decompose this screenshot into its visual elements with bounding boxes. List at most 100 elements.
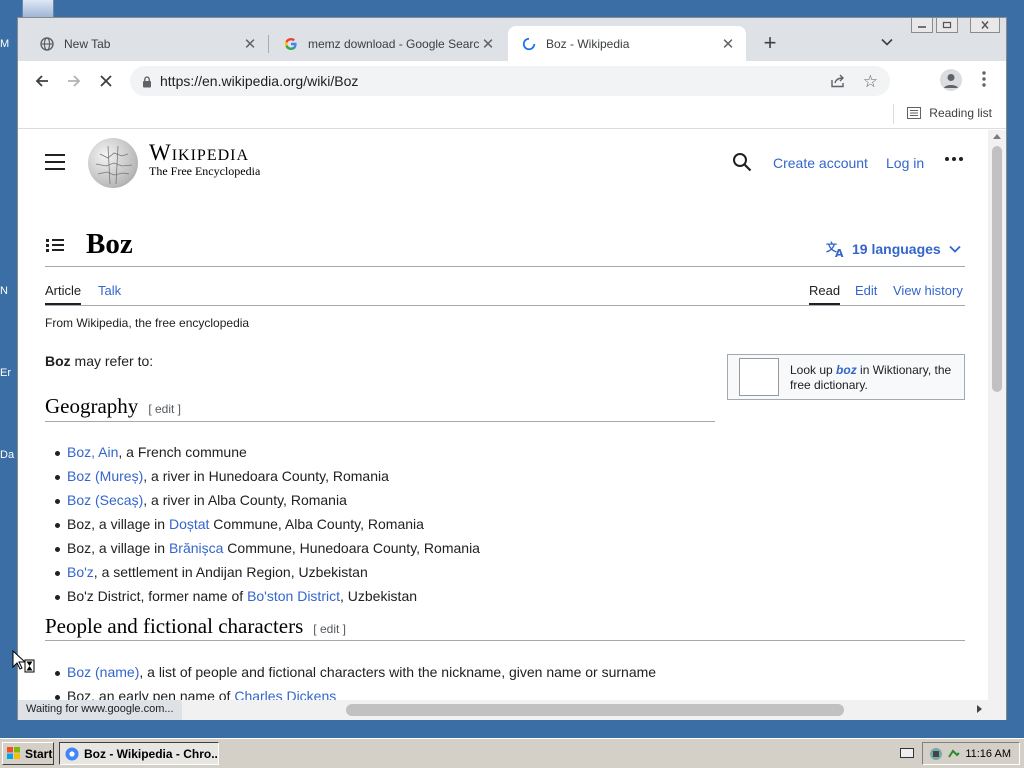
address-bar[interactable]: https://en.wikipedia.org/wiki/Boz ☆ — [130, 66, 890, 96]
list-text: , a river in Alba County, Romania — [143, 492, 347, 508]
desktop-icon[interactable] — [22, 0, 54, 18]
article-link[interactable]: Boz (Mureș) — [67, 468, 143, 484]
reading-list-button[interactable]: Reading list — [893, 104, 992, 124]
list-text: Commune, Hunedoara County, Romania — [223, 540, 480, 556]
languages-label: 19 languages — [852, 241, 941, 257]
article-link[interactable]: Charles Dickens — [234, 688, 336, 700]
scroll-right-arrow-icon[interactable] — [977, 705, 982, 713]
tab-search-chevron-icon[interactable] — [880, 35, 894, 49]
wikipedia-header: Wikipedia The Free Encyclopedia Create a… — [18, 130, 988, 210]
list-item: Boz, a village in Brănișca Commune, Hune… — [55, 540, 480, 564]
desktop-icon-label[interactable]: N — [0, 285, 8, 297]
article-link[interactable]: Boz, Ain — [67, 444, 118, 460]
back-button[interactable] — [32, 71, 52, 91]
article-link[interactable]: Boz (Secaș) — [67, 492, 143, 508]
tab-boz-wikipedia[interactable]: Boz - Wikipedia ✕ — [508, 26, 746, 61]
tab-read[interactable]: Read — [809, 283, 841, 305]
start-button[interactable]: Start — [2, 742, 54, 765]
taskbar-window-button[interactable]: Boz - Wikipedia - Chro... — [59, 742, 219, 765]
section-divider — [45, 640, 965, 641]
tab-title: New Tab — [64, 36, 111, 51]
google-icon — [284, 37, 298, 51]
desktop-icon-label[interactable]: Er — [0, 367, 11, 379]
close-tab-icon[interactable]: ✕ — [720, 36, 736, 53]
article-link[interactable]: Boz (name) — [67, 664, 139, 680]
system-tray: 11:16 AM — [922, 742, 1020, 765]
article-link[interactable]: Doștat — [169, 516, 209, 532]
security-icon[interactable] — [947, 747, 961, 761]
url-text[interactable]: https://en.wikipedia.org/wiki/Boz — [160, 73, 358, 89]
forward-button[interactable] — [64, 71, 84, 91]
lock-icon[interactable] — [142, 75, 152, 88]
tab-strip: New Tab ✕ memz download - Google Search … — [18, 17, 1006, 61]
close-tab-icon[interactable]: ✕ — [242, 36, 258, 53]
tab-article[interactable]: Article — [45, 283, 82, 305]
new-tab-button[interactable]: + — [758, 30, 782, 55]
languages-button[interactable]: 文A 19 languages — [826, 240, 961, 258]
windows-logo-icon — [7, 747, 21, 760]
list-item: Boz, an early pen name of Charles Dicken… — [54, 688, 656, 700]
minimize-button[interactable] — [911, 17, 933, 33]
article-link[interactable]: Bo'ston District — [247, 588, 340, 604]
edit-section-link[interactable]: [ edit ] — [148, 402, 181, 416]
tab-talk[interactable]: Talk — [98, 283, 121, 298]
tab-new-tab[interactable]: New Tab ✕ — [26, 26, 268, 61]
wiktionary-term-link[interactable]: boz — [836, 363, 857, 377]
table-of-contents-icon[interactable] — [46, 239, 64, 253]
article-link[interactable]: Brănișca — [169, 540, 223, 556]
people-list: Boz (name), a list of people and fiction… — [54, 664, 656, 700]
vertical-scroll-thumb[interactable] — [992, 146, 1002, 392]
desktop-icon-label[interactable]: M — [0, 38, 9, 50]
create-account-link[interactable]: Create account — [773, 155, 868, 171]
tab-google-search[interactable]: memz download - Google Search ✕ — [270, 26, 506, 61]
network-icon[interactable] — [929, 747, 943, 761]
profile-avatar-icon[interactable] — [940, 69, 962, 91]
tab-edit[interactable]: Edit — [855, 283, 877, 298]
restore-button[interactable] — [936, 17, 958, 33]
intro-text: may refer to: — [70, 353, 154, 369]
share-icon[interactable] — [830, 74, 846, 93]
reading-list-icon — [907, 107, 922, 119]
stop-loading-button[interactable] — [96, 71, 116, 91]
list-item: Boz (Secaș), a river in Alba County, Rom… — [55, 492, 480, 516]
tab-view-history[interactable]: View history — [893, 283, 963, 298]
list-text: , a French commune — [118, 444, 247, 460]
browser-window: New Tab ✕ memz download - Google Search … — [17, 17, 1007, 720]
list-item: Boz, Ain, a French commune — [55, 444, 480, 468]
keyboard-icon[interactable] — [900, 748, 914, 758]
list-text: Commune, Alba County, Romania — [209, 516, 424, 532]
wiktionary-logo[interactable] — [739, 358, 779, 396]
close-window-button[interactable] — [970, 17, 1000, 33]
vertical-scrollbar[interactable] — [988, 130, 1006, 700]
article-link[interactable]: Bo'z — [67, 564, 94, 580]
wiktionary-box: Look up boz in Wiktionary, the free dict… — [727, 354, 965, 400]
translate-icon: 文A — [826, 240, 846, 258]
desktop-icon-label[interactable]: Da — [0, 449, 14, 461]
more-options-icon[interactable] — [945, 157, 965, 163]
tab-title: memz download - Google Search — [308, 36, 480, 51]
tab-title: Boz - Wikipedia — [546, 36, 630, 51]
scroll-up-arrow-icon[interactable] — [993, 134, 1001, 139]
wikipedia-wordmark[interactable]: Wikipedia The Free Encyclopedia — [149, 140, 260, 179]
list-text: , a settlement in Andijan Region, Uzbeki… — [93, 564, 368, 580]
browser-menu-icon[interactable] — [980, 71, 988, 87]
log-in-link[interactable]: Log in — [886, 155, 924, 171]
list-text: Boz, a village in — [67, 540, 169, 556]
horizontal-scroll-thumb[interactable] — [346, 704, 844, 716]
list-text: Bo'z District, former name of — [67, 588, 248, 604]
page-content: Wikipedia The Free Encyclopedia Create a… — [18, 130, 988, 700]
edit-section-link[interactable]: [ edit ] — [313, 622, 346, 636]
wikipedia-logo[interactable] — [88, 138, 138, 188]
close-tab-icon[interactable]: ✕ — [480, 36, 496, 53]
list-item: Boz (Mureș), a river in Hunedoara County… — [55, 468, 480, 492]
clock[interactable]: 11:16 AM — [965, 748, 1011, 760]
wiktionary-text: Look up boz in Wiktionary, the free dict… — [790, 363, 960, 393]
status-text: Waiting for www.google.com... — [18, 700, 182, 720]
bookmarks-bar: Reading list — [18, 101, 1006, 129]
main-menu-icon[interactable] — [45, 154, 65, 170]
taskbar: Start Boz - Wikipedia - Chro... 11:16 AM — [0, 738, 1024, 768]
list-text: Boz, an early pen name of — [67, 688, 235, 700]
search-icon[interactable] — [732, 152, 752, 172]
list-item: Boz (name), a list of people and fiction… — [54, 664, 656, 688]
bookmark-star-icon[interactable]: ☆ — [863, 72, 878, 92]
